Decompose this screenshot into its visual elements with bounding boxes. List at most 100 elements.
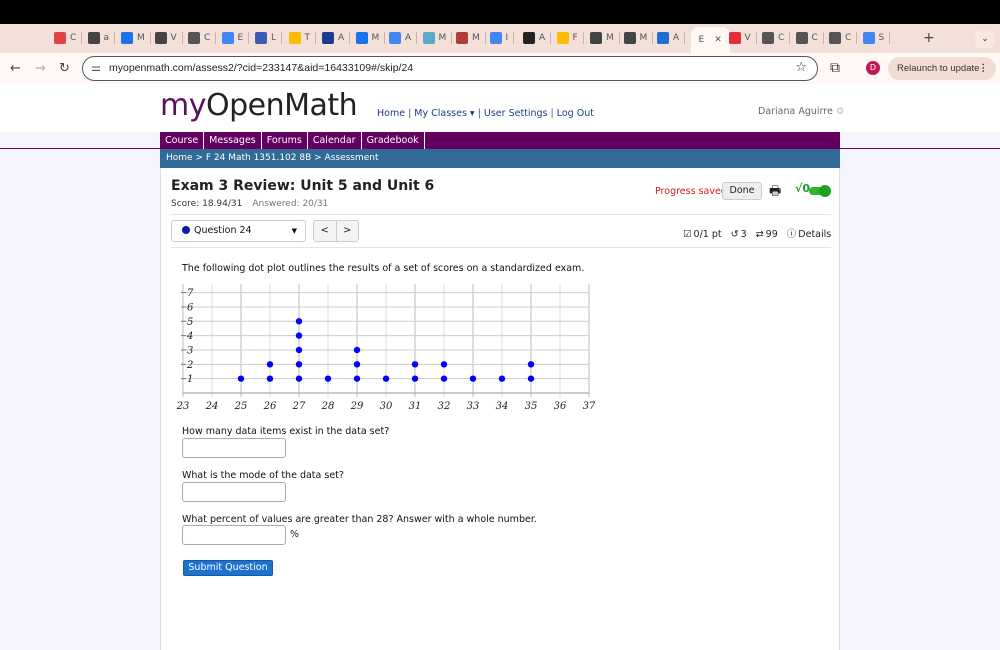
myopenmath-logo[interactable]: myOpenMath (160, 88, 358, 123)
browser-tab[interactable]: E ✕ (690, 27, 730, 53)
prev-question-button[interactable]: < (314, 221, 337, 241)
tab-separator (149, 32, 151, 44)
x-tick-label: 28 (321, 401, 335, 412)
x-tick-label: 36 (554, 401, 567, 412)
part-3-answer-input[interactable] (182, 525, 286, 545)
breadcrumb-home[interactable]: Home (166, 153, 193, 163)
breadcrumb: Home > F 24 Math 1351.102 8B > Assessmen… (160, 149, 840, 168)
tab-search-button[interactable]: ⌄ (975, 30, 995, 48)
browser-tab[interactable]: M (456, 29, 486, 47)
x-tick-label: 32 (438, 401, 451, 412)
browser-tab[interactable]: A (389, 29, 418, 47)
gear-icon[interactable]: ⚙ (836, 106, 845, 117)
tab-title: A (539, 33, 546, 43)
nav-forums[interactable]: Forums (262, 132, 308, 149)
browser-tab[interactable]: T (288, 29, 316, 47)
toggle-knob (819, 185, 831, 197)
browser-tab[interactable]: V (154, 29, 183, 47)
data-dot (353, 375, 361, 382)
user-settings-link[interactable]: User Settings (484, 108, 548, 119)
relaunch-button[interactable]: Relaunch to update ⋮ (888, 57, 996, 80)
tab-separator (181, 32, 183, 44)
nav-messages[interactable]: Messages (204, 132, 262, 149)
submit-question-button[interactable]: Submit Question (183, 560, 273, 576)
browser-tab[interactable]: M (422, 29, 453, 47)
tab-title: A (405, 33, 412, 43)
close-tab-icon[interactable]: ✕ (714, 35, 722, 45)
address-bar[interactable]: ⚌ myopenmath.com/assess2/?cid=233147&aid… (82, 56, 818, 81)
reload-icon[interactable]: ↻ (59, 61, 70, 76)
part-1-answer-input[interactable] (182, 438, 286, 458)
browser-tab[interactable]: A (657, 29, 686, 47)
data-dot (295, 332, 303, 339)
extensions-icon[interactable]: ⧉ (830, 60, 840, 76)
breadcrumb-course[interactable]: F 24 Math 1351.102 8B (206, 153, 311, 163)
browser-tab[interactable]: S (862, 29, 891, 47)
bookmark-star-icon[interactable]: ☆ (795, 60, 807, 75)
nav-gradebook[interactable]: Gradebook (362, 132, 425, 149)
browser-tab[interactable]: C (762, 29, 791, 47)
question-select[interactable]: Question 24 ▼ (171, 220, 306, 242)
tab-separator (822, 32, 824, 44)
math-entry-toggle[interactable] (809, 185, 831, 197)
nav-calendar[interactable]: Calendar (308, 132, 362, 149)
site-info-icon[interactable]: ⚌ (91, 61, 101, 74)
relaunch-label: Relaunch to update (897, 63, 980, 74)
browser-tab[interactable]: C (795, 29, 824, 47)
browser-tab[interactable]: M (121, 29, 151, 47)
tab-title: L (271, 33, 277, 43)
forms-icon (255, 32, 267, 44)
tab-title: A (338, 33, 345, 43)
answered-count: Answered: 20/31 (252, 199, 329, 209)
openai-icon (762, 32, 774, 44)
my-classes-link[interactable]: My Classes ▾ (414, 108, 474, 119)
browser-tab[interactable]: C (829, 29, 858, 47)
details-link[interactable]: Details (798, 229, 831, 240)
browser-tab[interactable]: C (54, 29, 83, 47)
browser-tab[interactable]: V (728, 29, 757, 47)
browser-tab[interactable]: L (255, 29, 283, 47)
x-tick-label: 27 (292, 401, 306, 412)
browser-tab[interactable]: A (523, 29, 552, 47)
browser-tab[interactable]: I (489, 29, 515, 47)
url-text[interactable]: myopenmath.com/assess2/?cid=233147&aid=1… (109, 62, 413, 74)
part-2-answer-input[interactable] (182, 482, 286, 502)
more-menu-icon[interactable]: ⋮ (979, 57, 989, 80)
y-tick-label: 6 (187, 302, 194, 313)
browser-tab[interactable]: M (355, 29, 386, 47)
brain-icon (422, 32, 435, 44)
tab-title: T (304, 33, 311, 43)
openai-icon (795, 32, 808, 44)
y-tick-label: 1 (187, 374, 193, 385)
nav-course[interactable]: Course (160, 132, 205, 149)
browser-tab-strip: Ca M V C E L T A M A M M I A F M M A E ✕ V C C C S (0, 24, 1000, 53)
attempts-icon: ⇄ (755, 229, 764, 240)
home-link[interactable]: Home (377, 108, 405, 119)
site-header: myOpenMath Home | My Classes ▾ | User Settin… (0, 84, 1000, 132)
browser-tab[interactable]: C (188, 29, 217, 47)
google-docs-icon (221, 32, 234, 44)
profile-avatar[interactable]: D (866, 61, 880, 75)
tab-separator (652, 32, 654, 44)
browser-tab[interactable]: M (590, 29, 620, 47)
info-icon[interactable]: ⓘ (787, 229, 797, 240)
next-question-button[interactable]: > (337, 221, 359, 241)
log-out-link[interactable]: Log Out (557, 108, 594, 119)
browser-toolbar: ← → ↻ ⚌ myopenmath.com/assess2/?cid=2331… (0, 53, 1000, 84)
tab-title: V (170, 33, 177, 43)
browser-tab[interactable]: E (221, 29, 250, 47)
browser-tab[interactable]: a (87, 29, 116, 47)
page: myOpenMath Home | My Classes ▾ | User Settin… (0, 84, 1000, 650)
browser-tab[interactable]: M (623, 29, 654, 47)
logo-openmath: OpenMath (205, 88, 358, 123)
tab-title: S (878, 33, 885, 43)
done-button[interactable]: Done (722, 182, 762, 200)
browser-tab[interactable]: A (322, 29, 351, 47)
print-icon[interactable]: 🖶 (769, 182, 781, 204)
divider (171, 214, 831, 215)
back-icon[interactable]: ← (10, 61, 21, 76)
new-tab-button[interactable]: + (923, 30, 935, 46)
browser-tab[interactable]: F (556, 29, 584, 47)
book-icon (456, 32, 468, 44)
forward-icon[interactable]: → (35, 61, 46, 76)
